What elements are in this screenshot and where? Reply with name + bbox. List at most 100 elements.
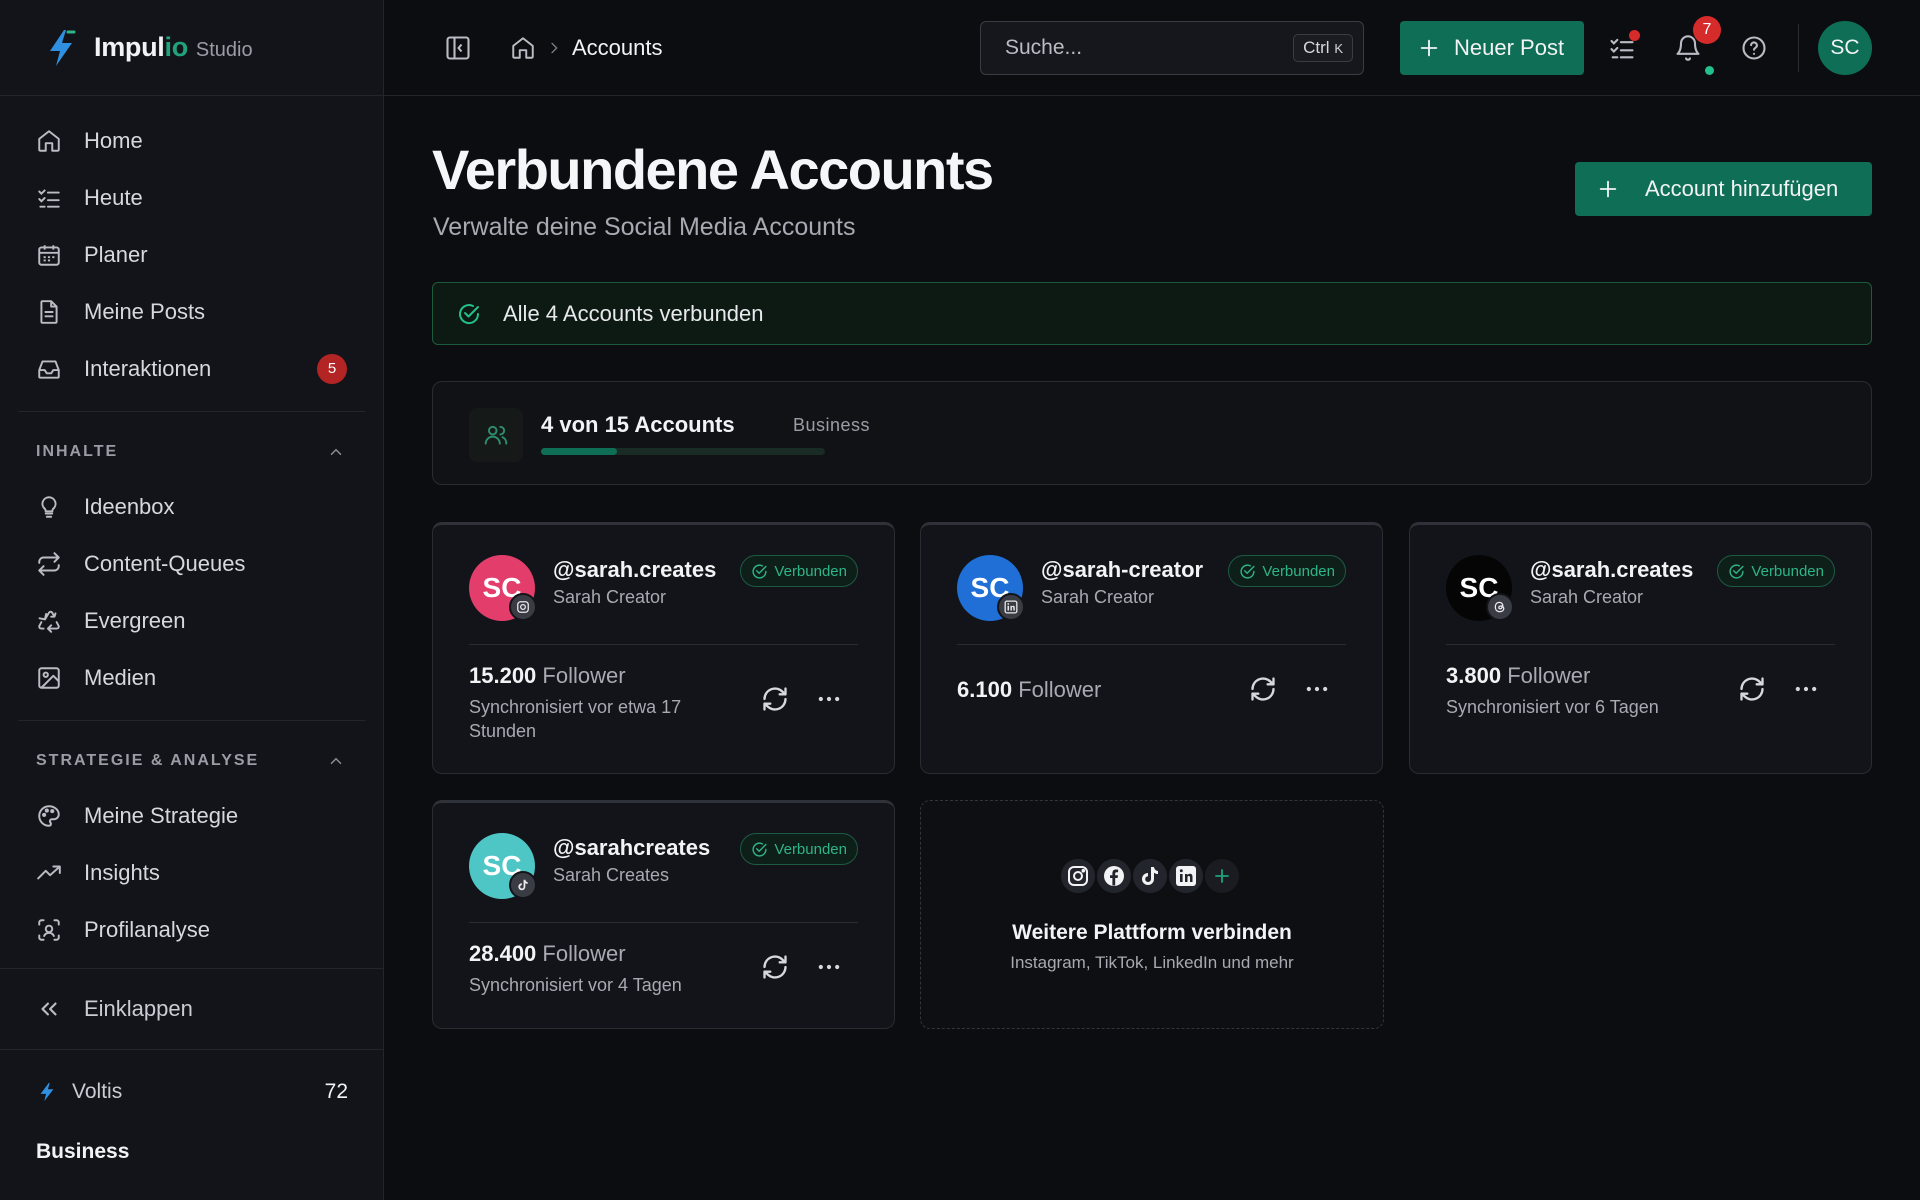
more-options-icon[interactable] [815,685,843,713]
trending-up-icon [37,865,61,879]
credits-label: Voltis [72,1080,123,1103]
sidebar-item-medien[interactable]: Medien [18,649,365,706]
online-status-dot [1705,66,1714,75]
main-nav: Home Heute Planer Meine Posts Interaktio… [0,96,383,397]
sidebar-item-profilanalyse[interactable]: Profilanalyse [18,901,365,958]
sidebar-item-heute[interactable]: Heute [18,169,365,226]
card-divider [957,644,1346,645]
more-options-icon[interactable] [1303,675,1331,703]
more-options-icon[interactable] [815,953,843,981]
threads-icon [1494,601,1505,613]
home-icon[interactable] [510,35,536,61]
sidebar-item-label: Insights [84,859,160,885]
sidebar-item-content-queues[interactable]: Content-Queues [18,535,365,592]
platform-icon-row [1059,857,1241,895]
plan-label[interactable]: Business [36,1140,129,1164]
sidebar-item-label: Heute [84,184,143,210]
quota-text: 4 von 15 Accounts [541,412,735,437]
section-title: INHALTE [36,443,119,460]
refresh-icon[interactable] [1249,675,1277,703]
follower-label: Follower [542,941,626,966]
chevron-up-icon [330,757,342,764]
sidebar-item-planer[interactable]: Planer [18,226,365,283]
follower-value: 28.400 [469,941,537,966]
sidebar-item-label: Meine Strategie [84,802,239,828]
platform-circle [1131,857,1169,895]
platform-circle [1095,857,1133,895]
platform-badge [997,593,1025,621]
interactions-count-badge: 5 [317,353,347,384]
topbar: Accounts Suche... Ctrl K Neuer Post 7 SC [384,0,1920,96]
facebook-icon [1104,866,1124,886]
follower-count: 3.800 Follower [1446,663,1590,689]
section-header-strategy[interactable]: STRATEGIE & ANALYSE [0,735,383,787]
sidebar-item-meine-posts[interactable]: Meine Posts [18,283,365,340]
main-content: Verbundene Accounts Verwalte deine Socia… [384,97,1920,1200]
search-input[interactable]: Suche... Ctrl K [980,21,1364,75]
account-handle[interactable]: @sarahcreates [553,835,717,861]
check-circle-icon [752,842,768,857]
account-handle[interactable]: @sarah-creator [1041,557,1205,583]
instagram-icon [517,601,529,613]
more-options-icon[interactable] [1792,675,1820,703]
chevron-right-icon [551,42,558,54]
tasks-unread-dot [1629,30,1640,41]
sidebar-item-home[interactable]: Home [18,112,365,169]
app-root: Impulio Studio Home Heute Planer Meine P… [0,0,1920,1200]
collapse-sidebar-button[interactable]: Einklappen [0,968,384,1050]
section-title: STRATEGIE & ANALYSE [36,752,260,769]
add-account-label: Account hinzufügen [1645,176,1839,201]
status-badge: Verbunden [740,833,858,865]
tiktok-icon [1142,867,1158,885]
new-post-button[interactable]: Neuer Post [1400,21,1584,75]
tiktok-icon [518,879,528,891]
strategy-nav: Meine Strategie Insights Profilanalyse [0,787,383,958]
refresh-icon[interactable] [1738,675,1766,703]
account-handle[interactable]: @sarah.creates [1530,557,1694,583]
account-handle[interactable]: @sarah.creates [553,557,717,583]
shortcut-ctrl: Ctrl [1303,38,1330,57]
check-circle-icon [459,303,480,324]
sidebar-toggle-icon[interactable] [444,34,472,62]
users-icon [484,425,508,445]
plus-icon [1420,39,1438,57]
add-account-button[interactable]: Account hinzufügen [1575,162,1872,216]
account-display-name: Sarah Creator [553,587,667,607]
follower-count: 28.400 Follower [469,941,626,967]
refresh-icon[interactable] [761,953,789,981]
credits-row[interactable]: Voltis 72 [36,1074,348,1110]
card-divider [1446,644,1835,645]
status-label: Verbunden [1751,562,1824,580]
sidebar-item-label: Home [84,127,143,153]
scan-user-icon [38,918,60,941]
sidebar-item-insights[interactable]: Insights [18,844,365,901]
sidebar-item-interaktionen[interactable]: Interaktionen 5 [18,340,365,397]
follower-count: 15.200 Follower [469,663,626,689]
platform-circle [1059,857,1097,895]
success-message: Alle 4 Accounts verbunden [503,300,764,326]
follower-count: 6.100 Follower [957,677,1101,703]
logo[interactable]: Impulio Studio [0,0,383,96]
refresh-icon[interactable] [761,685,789,713]
section-header-content[interactable]: INHALTE [0,426,383,478]
linkedin-icon [1004,600,1018,614]
sidebar-item-label: Evergreen [84,607,186,633]
sidebar-item-label: Meine Posts [84,298,206,324]
sidebar-item-label: Planer [84,241,148,267]
sidebar-item-meine-strategie[interactable]: Meine Strategie [18,787,365,844]
card-divider [469,922,858,923]
account-card: SC @sarah.creates Sarah Creator Verbunde… [1409,522,1872,774]
check-circle-icon [1729,564,1745,579]
calendar-icon [38,244,60,266]
sidebar-item-evergreen[interactable]: Evergreen [18,592,365,649]
follower-value: 3.800 [1446,663,1502,688]
sidebar-item-ideenbox[interactable]: Ideenbox [18,478,365,535]
sync-status: Synchronisiert vor etwa 17 Stunden [469,697,682,741]
connect-platform-card[interactable]: Weitere Plattform verbinden Instagram, T… [920,800,1384,1029]
follower-value: 6.100 [957,677,1013,702]
user-avatar[interactable]: SC [1818,21,1872,75]
content-nav: Ideenbox Content-Queues Evergreen Medien [0,478,383,706]
account-quota-card: 4 von 15 Accounts Business [432,381,1872,485]
account-display-name: Sarah Creates [553,865,670,885]
help-icon[interactable] [1740,34,1768,62]
